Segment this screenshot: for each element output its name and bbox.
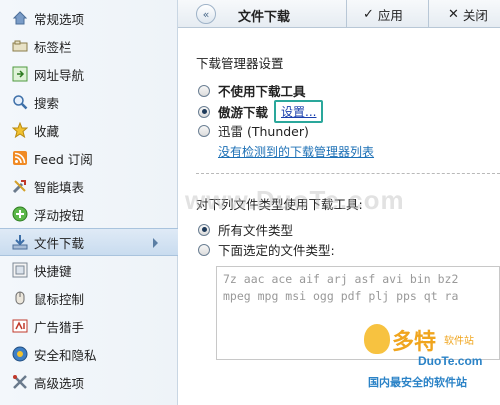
star-icon bbox=[12, 122, 28, 138]
keyboard-icon bbox=[12, 262, 28, 278]
sidebar-item-label: 安全和隐私 bbox=[34, 347, 97, 363]
sidebar-item-label: 智能填表 bbox=[34, 179, 85, 195]
checkmark-icon: ✓ bbox=[363, 7, 374, 22]
mouse-icon bbox=[12, 290, 28, 306]
watermark-url: DuoTe.com bbox=[418, 354, 483, 368]
radio-no-download-tool[interactable]: 不使用下载工具 bbox=[198, 81, 306, 100]
radio-label: 迅雷 (Thunder) bbox=[218, 124, 309, 139]
apply-button-label: 应用 bbox=[377, 8, 403, 23]
tab-bar-icon bbox=[12, 38, 28, 54]
sidebar-item-shortcuts[interactable]: 快捷键 bbox=[0, 256, 178, 284]
radio-all-file-types[interactable]: 所有文件类型 bbox=[198, 220, 293, 239]
radio-maxthon-download[interactable]: 傲游下载 设置... bbox=[198, 100, 324, 123]
sidebar-item-navigation[interactable]: 网址导航 bbox=[0, 60, 178, 88]
close-icon: ✕ bbox=[448, 7, 459, 22]
watermark-tagline: 国内最安全的软件站 bbox=[368, 376, 467, 389]
sidebar-item-label: 高级选项 bbox=[34, 375, 85, 391]
divider bbox=[428, 0, 429, 28]
shield-icon bbox=[12, 346, 28, 362]
sidebar-item-security[interactable]: 安全和隐私 bbox=[0, 340, 178, 368]
divider bbox=[346, 0, 347, 28]
sidebar-item-advanced[interactable]: 高级选项 bbox=[0, 368, 178, 396]
sidebar-item-general[interactable]: 常规选项 bbox=[0, 4, 178, 32]
double-chevron-left-icon: « bbox=[202, 7, 210, 21]
back-button[interactable]: « bbox=[196, 4, 216, 24]
tools-icon bbox=[12, 178, 28, 194]
sidebar-item-label: 快捷键 bbox=[34, 263, 72, 279]
sidebar-item-search[interactable]: 搜索 bbox=[0, 88, 178, 116]
radio-button[interactable] bbox=[198, 223, 210, 236]
sidebar-item-mouse[interactable]: 鼠标控制 bbox=[0, 284, 178, 312]
sidebar-item-tabs[interactable]: 标签栏 bbox=[0, 32, 178, 60]
sidebar-item-floating-button[interactable]: 浮动按钮 bbox=[0, 200, 178, 228]
radio-label: 不使用下载工具 bbox=[218, 84, 306, 99]
apply-button[interactable]: ✓ 应用 bbox=[363, 5, 403, 24]
filetype-line: mpeg mpg msi ogg pdf plj pps qt ra bbox=[223, 289, 459, 303]
navigation-icon bbox=[12, 66, 28, 82]
sidebar-item-label: 文件下载 bbox=[34, 235, 85, 251]
sidebar-item-favorites[interactable]: 收藏 bbox=[0, 116, 178, 144]
header-toolbar: « 文件下载 ✓ 应用 ✕ 关闭 bbox=[178, 0, 500, 28]
mascot-icon bbox=[364, 324, 390, 354]
sidebar-item-label: 常规选项 bbox=[34, 11, 85, 27]
watermark-logo: 多特 软件站 DuoTe.com 国内最安全的软件站 bbox=[362, 322, 500, 402]
radio-button[interactable] bbox=[198, 84, 210, 97]
sidebar-item-label: 浮动按钮 bbox=[34, 207, 85, 223]
sidebar-item-label: 标签栏 bbox=[34, 39, 72, 55]
download-manager-section-title: 下载管理器设置 bbox=[196, 56, 284, 71]
radio-label: 所有文件类型 bbox=[218, 223, 294, 238]
sidebar-item-feed[interactable]: Feed 订阅 bbox=[0, 144, 178, 172]
radio-button[interactable] bbox=[198, 105, 210, 118]
watermark-brand-small: 软件站 bbox=[444, 336, 474, 347]
wrench-icon bbox=[12, 374, 28, 390]
filetype-line: 7z aac ace aif arj asf avi bin bz2 bbox=[223, 272, 459, 286]
close-button[interactable]: ✕ 关闭 bbox=[448, 5, 488, 24]
chevron-right-icon bbox=[153, 238, 158, 248]
search-icon bbox=[12, 94, 28, 110]
close-button-label: 关闭 bbox=[462, 8, 488, 23]
sidebar-item-label: 鼠标控制 bbox=[34, 291, 85, 307]
divider bbox=[196, 173, 500, 174]
home-icon bbox=[12, 10, 28, 26]
radio-label: 傲游下载 bbox=[218, 105, 269, 120]
radio-button[interactable] bbox=[198, 243, 210, 256]
sidebar-item-download[interactable]: 文件下载 bbox=[0, 228, 178, 256]
rss-icon bbox=[12, 150, 28, 166]
ad-hunter-icon bbox=[12, 318, 28, 334]
radio-selected-file-types[interactable]: 下面选定的文件类型: bbox=[198, 240, 335, 259]
page-title: 文件下载 bbox=[238, 10, 291, 25]
sidebar-item-autofill[interactable]: 智能填表 bbox=[0, 172, 178, 200]
undetected-managers-link[interactable]: 没有检测到的下载管理器列表 bbox=[218, 143, 374, 160]
sidebar-item-label: 收藏 bbox=[34, 123, 60, 139]
watermark-brand: 多特 bbox=[392, 329, 437, 354]
download-icon bbox=[12, 234, 28, 250]
settings-link[interactable]: 设置... bbox=[274, 100, 324, 123]
sidebar-item-label: Feed 订阅 bbox=[34, 151, 93, 167]
watermark-center: www.DuoTe.com bbox=[185, 185, 405, 215]
sidebar-item-label: 网址导航 bbox=[34, 67, 85, 83]
sidebar-item-ad-hunter[interactable]: 广告猎手 bbox=[0, 312, 178, 340]
radio-label: 下面选定的文件类型: bbox=[218, 243, 335, 258]
sidebar-item-label: 广告猎手 bbox=[34, 319, 85, 335]
radio-thunder[interactable]: 迅雷 (Thunder) bbox=[198, 121, 309, 140]
plus-circle-icon bbox=[12, 206, 28, 222]
radio-button[interactable] bbox=[198, 124, 210, 137]
sidebar: 常规选项 标签栏 网址导航 搜索 收藏 Feed 订阅 智能填表 浮动按钮 文件… bbox=[0, 0, 178, 405]
sidebar-item-label: 搜索 bbox=[34, 95, 60, 111]
